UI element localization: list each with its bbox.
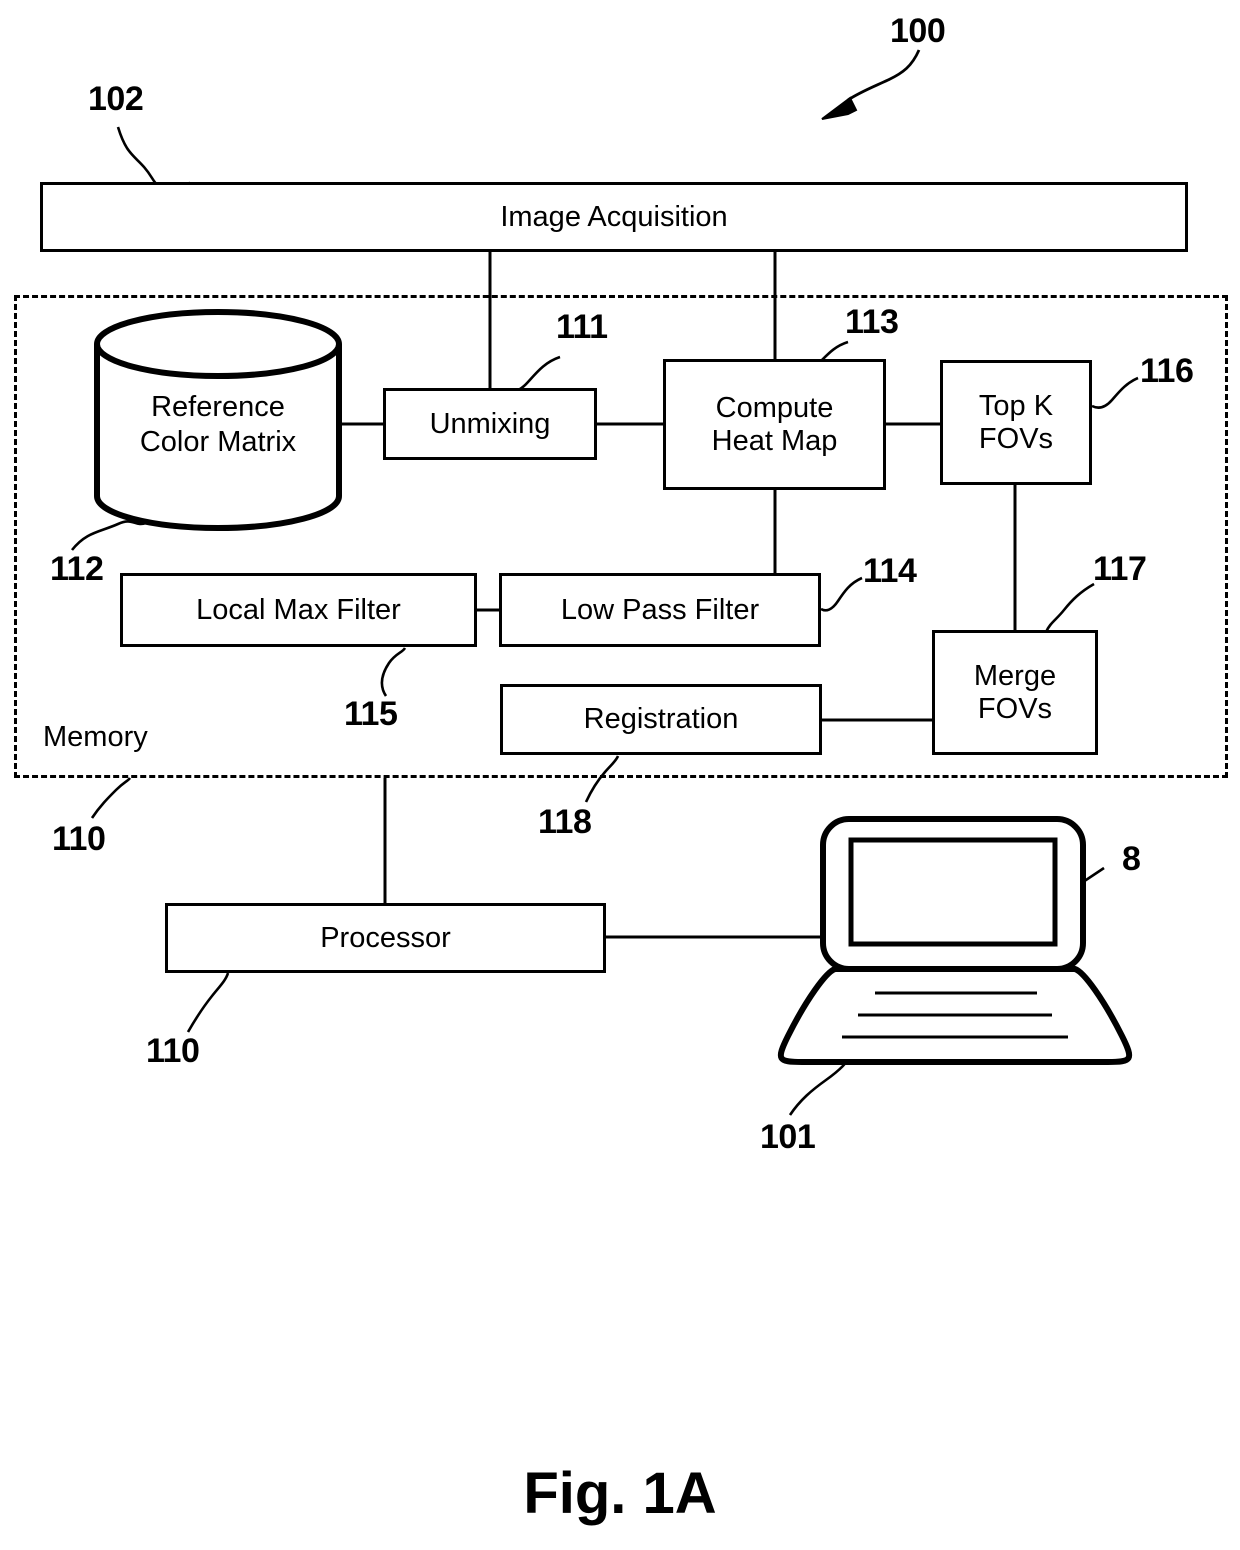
node-low-pass-filter[interactable]: Low Pass Filter — [499, 573, 821, 647]
reference-color-matrix-label: Reference Color Matrix — [139, 391, 297, 458]
leader-110-memory — [90, 777, 132, 819]
node-compute-heat-map-label: Compute Heat Map — [711, 392, 838, 457]
node-processor-label: Processor — [320, 921, 451, 954]
node-image-acquisition[interactable]: Image Acquisition — [40, 182, 1188, 252]
ref-116: 116 — [1140, 352, 1194, 390]
computer-illustration — [777, 816, 1133, 1065]
ref-113: 113 — [845, 303, 899, 341]
ref-118: 118 — [538, 803, 592, 841]
node-compute-heat-map[interactable]: Compute Heat Map — [663, 359, 886, 490]
node-top-k-fovs-label: Top K FOVs — [978, 390, 1054, 455]
node-top-k-fovs[interactable]: Top K FOVs — [940, 360, 1092, 485]
node-unmixing-label: Unmixing — [429, 407, 551, 440]
memory-label: Memory — [43, 721, 148, 753]
leader-102 — [116, 126, 191, 192]
ref-110-processor: 110 — [146, 1032, 200, 1070]
ref-101: 101 — [760, 1118, 816, 1156]
figure-caption: Fig. 1A — [523, 1461, 717, 1526]
ref-100: 100 — [890, 12, 946, 50]
node-merge-fovs[interactable]: Merge FOVs — [932, 630, 1098, 755]
node-image-acquisition-label: Image Acquisition — [500, 200, 728, 233]
system-arrow-100 — [821, 49, 921, 120]
node-unmixing[interactable]: Unmixing — [383, 388, 597, 460]
node-local-max-filter-label: Local Max Filter — [196, 593, 401, 626]
reference-color-matrix-node[interactable]: Reference Color Matrix — [97, 390, 339, 470]
ref-112: 112 — [50, 550, 104, 588]
ref-114: 114 — [863, 552, 917, 590]
node-registration[interactable]: Registration — [500, 684, 822, 755]
node-low-pass-filter-label: Low Pass Filter — [560, 593, 760, 626]
ref-117: 117 — [1093, 550, 1147, 588]
node-processor[interactable]: Processor — [165, 903, 606, 973]
ref-8: 8 — [1122, 840, 1141, 878]
ref-110-memory: 110 — [52, 820, 106, 858]
node-local-max-filter[interactable]: Local Max Filter — [120, 573, 477, 647]
patent-figure-page: Image Acquisition Memory Reference Color… — [0, 0, 1240, 1550]
leader-110-processor — [186, 972, 230, 1033]
ref-111: 111 — [556, 308, 608, 346]
node-merge-fovs-label: Merge FOVs — [973, 660, 1057, 725]
node-registration-label: Registration — [583, 703, 739, 736]
ref-102: 102 — [88, 80, 144, 118]
ref-115: 115 — [344, 695, 398, 733]
